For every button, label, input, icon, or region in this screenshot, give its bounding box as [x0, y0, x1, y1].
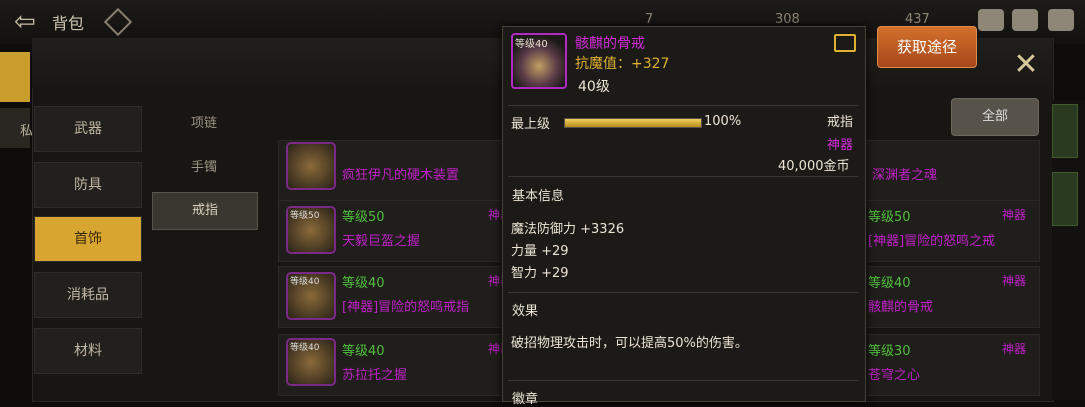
- page-title: 背包: [52, 14, 85, 33]
- edge-tab-active[interactable]: [0, 52, 30, 102]
- item-name-right: 深渊者之魂: [872, 168, 938, 183]
- item-level-right: 等级30: [868, 344, 911, 359]
- category-consumable[interactable]: 消耗品: [34, 272, 142, 318]
- share-icon[interactable]: [834, 34, 856, 52]
- mail-icon[interactable]: [1012, 9, 1038, 31]
- resource-count-1: 7: [645, 12, 654, 27]
- divider: [508, 105, 858, 106]
- badge-title: 徽章: [512, 392, 539, 407]
- item-level: 等级40: [342, 344, 385, 359]
- artifact-tag-right: 神器: [1002, 208, 1027, 222]
- subcategory-bracelet[interactable]: 手镯: [152, 150, 256, 186]
- side-slot[interactable]: [1052, 104, 1078, 158]
- item-name: 疯狂伊凡的硬木装置: [342, 168, 460, 183]
- effect-text: 破招物理攻击时，可以提高50%的伤害。: [511, 336, 748, 351]
- item-type: 戒指: [827, 115, 854, 130]
- price: 40,000金币: [778, 159, 850, 174]
- item-level-right: 等级40: [868, 276, 911, 291]
- item-level: 等级50: [342, 210, 385, 225]
- basic-info-title: 基本信息: [512, 189, 565, 204]
- subcategory-ring[interactable]: 戒指: [152, 192, 258, 230]
- item-level-right: 等级50: [868, 210, 911, 225]
- item-thumb[interactable]: 等级50: [286, 206, 336, 254]
- basic-stat-line: 魔法防御力 +3326: [511, 222, 625, 237]
- artifact-tag-right: 神器: [1002, 342, 1027, 356]
- rarity-label: 神器: [827, 138, 854, 153]
- item-thumb[interactable]: [286, 142, 336, 190]
- max-level-label: 最上级: [511, 117, 551, 132]
- acquire-source-button[interactable]: 获取途径: [877, 26, 977, 68]
- side-slot[interactable]: [1052, 172, 1078, 226]
- tooltip-item-name: 骸麒的骨戒: [575, 36, 645, 52]
- item-name-right: 苍穹之心: [868, 368, 921, 383]
- chat-icon[interactable]: [1048, 9, 1074, 31]
- tooltip-level: 40级: [578, 79, 610, 95]
- divider: [508, 380, 858, 381]
- item-name: 苏拉托之握: [342, 368, 408, 383]
- item-thumb[interactable]: 等级40: [286, 272, 336, 320]
- divider: [508, 292, 858, 293]
- enhance-progress-bar: [564, 118, 702, 128]
- ring-item-icon: 等级40: [511, 33, 567, 89]
- resource-count-3: 437: [905, 12, 930, 27]
- category-accessory[interactable]: 首饰: [34, 216, 142, 262]
- item-name-right: [神器]冒险的怒鸣之戒: [868, 234, 996, 249]
- category-material[interactable]: 材料: [34, 328, 142, 374]
- item-level: 等级40: [342, 276, 385, 291]
- effect-title: 效果: [512, 304, 539, 319]
- basic-stat-line: 智力 +29: [511, 266, 569, 281]
- artifact-tag-right: 神器: [1002, 274, 1027, 288]
- subcategory-necklace[interactable]: 项链: [152, 106, 256, 142]
- divider: [508, 176, 858, 177]
- resource-count-2: 308: [775, 12, 800, 27]
- category-armor[interactable]: 防具: [34, 162, 142, 208]
- item-name-right: 骸麒的骨戒: [868, 300, 934, 315]
- progress-text: 100%: [704, 114, 742, 129]
- basic-stat-line: 力量 +29: [511, 244, 569, 259]
- filter-all-button[interactable]: 全部: [951, 98, 1039, 136]
- item-thumb[interactable]: 等级40: [286, 338, 336, 386]
- category-weapon[interactable]: 武器: [34, 106, 142, 152]
- back-arrow-icon[interactable]: ⇦: [14, 8, 44, 36]
- close-icon[interactable]: ✕: [1008, 48, 1044, 84]
- item-name: 天毅巨盔之握: [342, 234, 421, 249]
- item-name: [神器]冒险的怒鸣戒指: [342, 300, 470, 315]
- tooltip-stat: 抗魔值：+327: [575, 56, 670, 72]
- chest-icon[interactable]: [978, 9, 1004, 31]
